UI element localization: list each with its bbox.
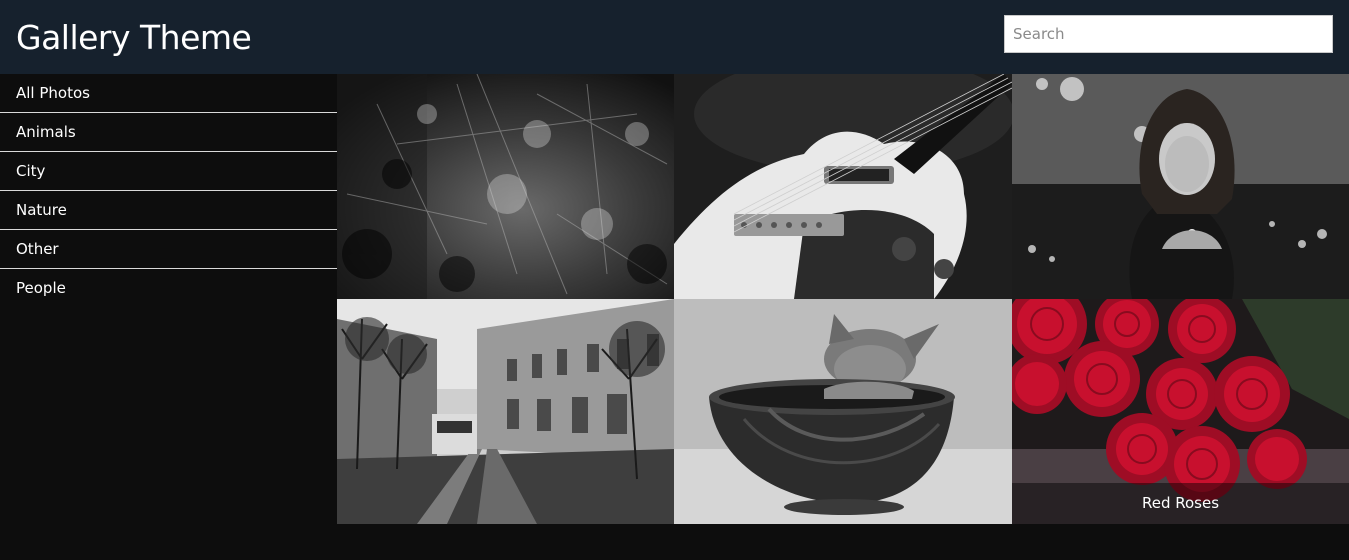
sidebar-item-city[interactable]: City	[0, 152, 337, 191]
header: Gallery Theme	[0, 0, 1349, 74]
sidebar-item-nature[interactable]: Nature	[0, 191, 337, 230]
texture-image	[337, 74, 674, 299]
photo-tile-woman[interactable]	[1012, 74, 1349, 299]
city-street-image	[337, 299, 674, 524]
photo-grid: Red Roses	[337, 74, 1349, 524]
sidebar-item-animals[interactable]: Animals	[0, 113, 337, 152]
kitten-image	[674, 299, 1012, 524]
site-title: Gallery Theme	[16, 18, 252, 57]
sidebar-item-other[interactable]: Other	[0, 230, 337, 269]
guitar-image	[674, 74, 1012, 299]
photo-tile-kitten[interactable]	[674, 299, 1012, 524]
sidebar-item-people[interactable]: People	[0, 269, 337, 308]
search-input[interactable]	[1004, 15, 1333, 53]
sidebar-item-all-photos[interactable]: All Photos	[0, 74, 337, 113]
photo-tile-red-roses[interactable]: Red Roses	[1012, 299, 1349, 524]
photo-tile-city-street[interactable]	[337, 299, 674, 524]
photo-tile-guitar[interactable]	[674, 74, 1012, 299]
photo-caption: Red Roses	[1012, 483, 1349, 524]
photo-tile-texture[interactable]	[337, 74, 674, 299]
sidebar: All Photos Animals City Nature Other Peo…	[0, 74, 337, 560]
woman-image	[1012, 74, 1349, 299]
